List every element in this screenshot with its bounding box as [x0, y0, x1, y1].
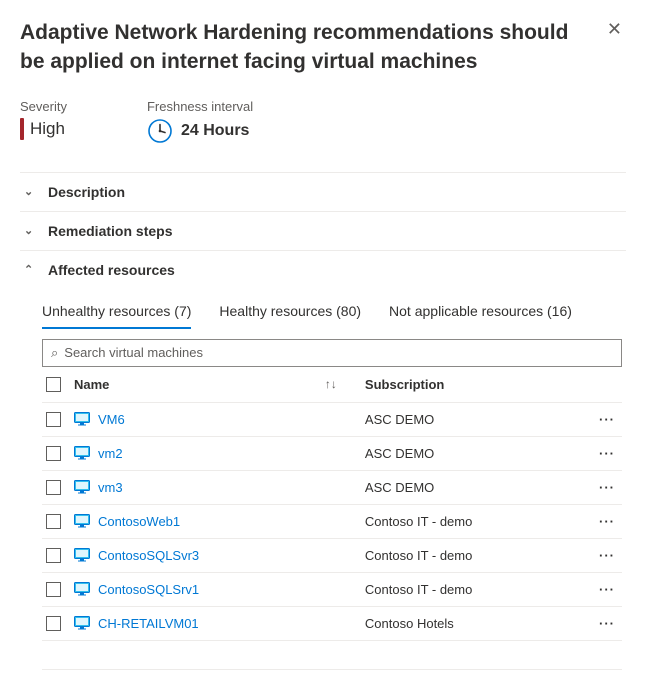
subscription-cell: ASC DEMO [365, 480, 582, 495]
vm-icon [74, 616, 90, 630]
freshness-block: Freshness interval 24 Hours [147, 99, 253, 144]
row-actions-button[interactable]: ··· [592, 548, 622, 563]
table-row: VM6 ASC DEMO ··· [42, 403, 622, 437]
chevron-down-icon: ⌄ [24, 224, 38, 237]
row-actions-button[interactable]: ··· [592, 582, 622, 597]
table-row: vm2 ASC DEMO ··· [42, 437, 622, 471]
table-row: CH-RETAILVM01 Contoso Hotels ··· [42, 607, 622, 641]
resource-link[interactable]: CH-RETAILVM01 [98, 616, 199, 631]
section-remediation[interactable]: ⌄ Remediation steps [20, 212, 626, 251]
row-actions-button[interactable]: ··· [592, 480, 622, 495]
row-checkbox[interactable] [46, 412, 61, 427]
sort-icon[interactable]: ↑↓ [325, 377, 355, 391]
section-description-label: Description [48, 184, 125, 200]
section-description[interactable]: ⌄ Description [20, 173, 626, 212]
vm-icon [74, 412, 90, 426]
column-name[interactable]: Name [74, 377, 109, 392]
severity-bar-icon [20, 118, 24, 140]
row-checkbox[interactable] [46, 446, 61, 461]
row-actions-button[interactable]: ··· [592, 412, 622, 427]
search-box[interactable]: ⌕ [42, 339, 622, 367]
row-checkbox[interactable] [46, 480, 61, 495]
subscription-cell: ASC DEMO [365, 446, 582, 461]
row-actions-button[interactable]: ··· [592, 446, 622, 461]
resource-link[interactable]: ContosoSQLSvr3 [98, 548, 199, 563]
resource-link[interactable]: ContosoSQLSrv1 [98, 582, 199, 597]
row-actions-button[interactable]: ··· [592, 514, 622, 529]
row-actions-button[interactable]: ··· [592, 616, 622, 631]
page-title: Adaptive Network Hardening recommendatio… [20, 18, 591, 77]
severity-label: Severity [20, 99, 67, 114]
row-checkbox[interactable] [46, 514, 61, 529]
chevron-down-icon: ⌄ [24, 185, 38, 198]
severity-block: Severity High [20, 99, 67, 144]
tab-not-applicable[interactable]: Not applicable resources (16) [389, 303, 572, 329]
subscription-cell: Contoso Hotels [365, 616, 582, 631]
resource-link[interactable]: VM6 [98, 412, 125, 427]
row-checkbox[interactable] [46, 582, 61, 597]
section-remediation-label: Remediation steps [48, 223, 172, 239]
section-affected[interactable]: ⌃ Affected resources [20, 251, 626, 289]
table-row: ContosoSQLSvr3 Contoso IT - demo ··· [42, 539, 622, 573]
chevron-up-icon: ⌃ [24, 263, 38, 276]
table-header: Name ↑↓ Subscription [42, 367, 622, 403]
subscription-cell: Contoso IT - demo [365, 548, 582, 563]
resource-link[interactable]: vm3 [98, 480, 123, 495]
section-affected-label: Affected resources [48, 262, 175, 278]
subscription-cell: Contoso IT - demo [365, 582, 582, 597]
clock-icon [147, 118, 173, 144]
select-all-checkbox[interactable] [46, 377, 61, 392]
column-subscription[interactable]: Subscription [365, 377, 444, 392]
tab-healthy[interactable]: Healthy resources (80) [219, 303, 361, 329]
close-icon[interactable]: ✕ [603, 18, 626, 40]
vm-icon [74, 582, 90, 596]
row-checkbox[interactable] [46, 616, 61, 631]
search-input[interactable] [64, 345, 613, 360]
severity-value: High [30, 119, 65, 139]
vm-icon [74, 548, 90, 562]
table-row: ContosoWeb1 Contoso IT - demo ··· [42, 505, 622, 539]
table-row: ContosoSQLSrv1 Contoso IT - demo ··· [42, 573, 622, 607]
tab-unhealthy[interactable]: Unhealthy resources (7) [42, 303, 191, 329]
vm-icon [74, 480, 90, 494]
vm-icon [74, 514, 90, 528]
subscription-cell: ASC DEMO [365, 412, 582, 427]
resource-link[interactable]: ContosoWeb1 [98, 514, 180, 529]
search-icon: ⌕ [51, 345, 58, 361]
freshness-label: Freshness interval [147, 99, 253, 114]
subscription-cell: Contoso IT - demo [365, 514, 582, 529]
vm-icon [74, 446, 90, 460]
table-row: vm3 ASC DEMO ··· [42, 471, 622, 505]
resource-link[interactable]: vm2 [98, 446, 123, 461]
row-checkbox[interactable] [46, 548, 61, 563]
freshness-value: 24 Hours [181, 122, 249, 140]
